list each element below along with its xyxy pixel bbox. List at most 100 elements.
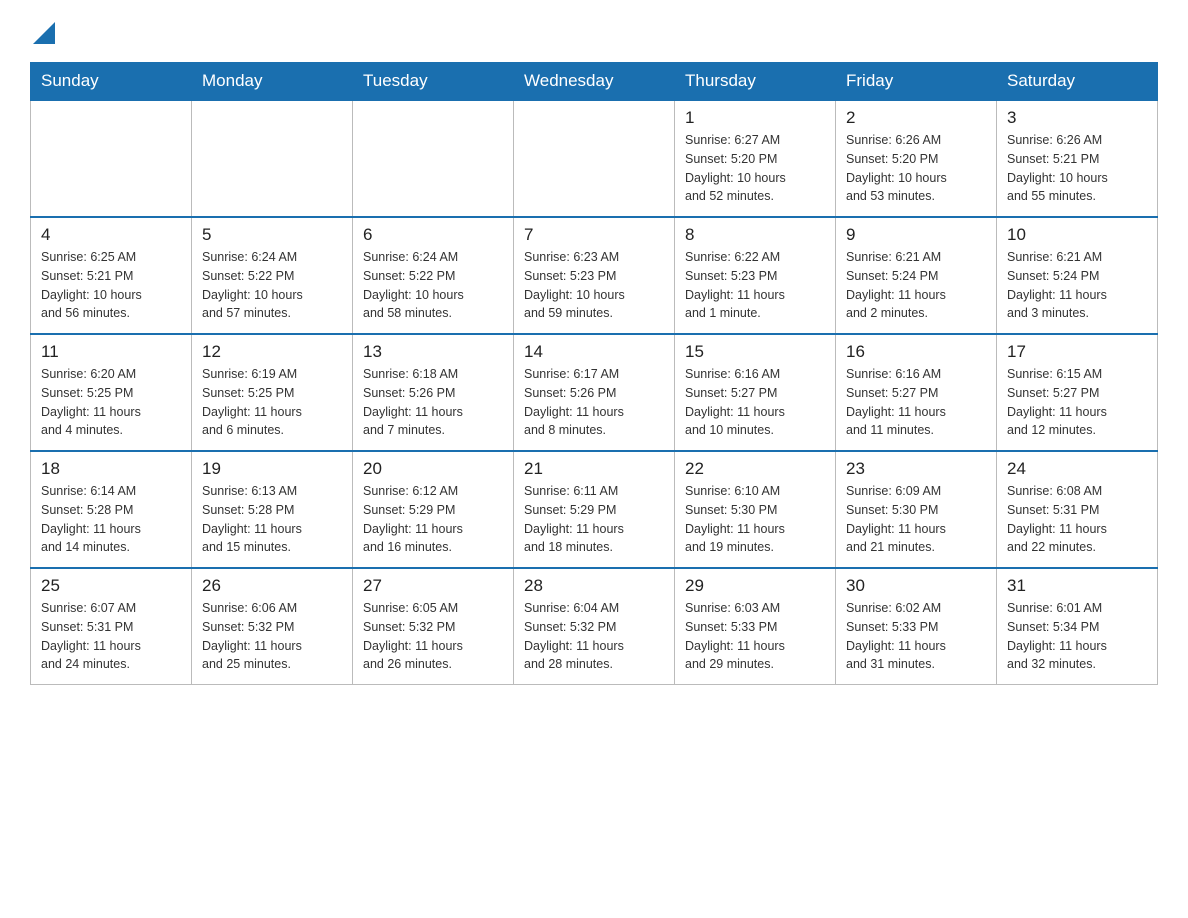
calendar-day-cell: 8 Sunrise: 6:22 AM Sunset: 5:23 PM Daylig…	[675, 217, 836, 334]
day-info: Sunrise: 6:26 AM Sunset: 5:20 PM Dayligh…	[846, 131, 986, 206]
day-number: 12	[202, 342, 342, 362]
calendar-day-cell: 11 Sunrise: 6:20 AM Sunset: 5:25 PM Dayli…	[31, 334, 192, 451]
calendar-table: SundayMondayTuesdayWednesdayThursdayFrid…	[30, 62, 1158, 685]
day-number: 9	[846, 225, 986, 245]
day-number: 1	[685, 108, 825, 128]
calendar-day-cell: 26Sunrise: 6:06 AM Sunset: 5:32 PM Dayli…	[192, 568, 353, 685]
calendar-day-cell: 14 Sunrise: 6:17 AM Sunset: 5:26 PM Dayli…	[514, 334, 675, 451]
calendar-day-cell: 18 Sunrise: 6:14 AM Sunset: 5:28 PM Dayli…	[31, 451, 192, 568]
day-info: Sunrise: 6:23 AM Sunset: 5:23 PM Dayligh…	[524, 248, 664, 323]
day-number: 21	[524, 459, 664, 479]
calendar-day-cell: 6 Sunrise: 6:24 AM Sunset: 5:22 PM Daylig…	[353, 217, 514, 334]
day-info: Sunrise: 6:04 AM Sunset: 5:32 PM Dayligh…	[524, 599, 664, 674]
day-number: 6	[363, 225, 503, 245]
calendar-day-cell: 7 Sunrise: 6:23 AM Sunset: 5:23 PM Daylig…	[514, 217, 675, 334]
day-number: 2	[846, 108, 986, 128]
day-number: 29	[685, 576, 825, 596]
calendar-day-cell: 30 Sunrise: 6:02 AM Sunset: 5:33 PM Dayli…	[836, 568, 997, 685]
day-number: 31	[1007, 576, 1147, 596]
calendar-week-row: 25 Sunrise: 6:07 AM Sunset: 5:31 PM Dayli…	[31, 568, 1158, 685]
calendar-day-cell: 4Sunrise: 6:25 AM Sunset: 5:21 PM Daylig…	[31, 217, 192, 334]
calendar-day-cell: 1Sunrise: 6:27 AM Sunset: 5:20 PM Daylig…	[675, 100, 836, 217]
day-info: Sunrise: 6:07 AM Sunset: 5:31 PM Dayligh…	[41, 599, 181, 674]
logo-triangle-icon	[33, 22, 55, 44]
day-info: Sunrise: 6:12 AM Sunset: 5:29 PM Dayligh…	[363, 482, 503, 557]
calendar-day-cell: 23 Sunrise: 6:09 AM Sunset: 5:30 PM Dayli…	[836, 451, 997, 568]
day-number: 5	[202, 225, 342, 245]
col-header-thursday: Thursday	[675, 63, 836, 101]
day-info: Sunrise: 6:22 AM Sunset: 5:23 PM Dayligh…	[685, 248, 825, 323]
calendar-day-cell: 29 Sunrise: 6:03 AM Sunset: 5:33 PM Dayli…	[675, 568, 836, 685]
col-header-saturday: Saturday	[997, 63, 1158, 101]
day-info: Sunrise: 6:15 AM Sunset: 5:27 PM Dayligh…	[1007, 365, 1147, 440]
day-number: 3	[1007, 108, 1147, 128]
day-info: Sunrise: 6:16 AM Sunset: 5:27 PM Dayligh…	[685, 365, 825, 440]
calendar-day-cell	[353, 100, 514, 217]
day-number: 15	[685, 342, 825, 362]
calendar-day-cell: 16 Sunrise: 6:16 AM Sunset: 5:27 PM Dayli…	[836, 334, 997, 451]
day-info: Sunrise: 6:03 AM Sunset: 5:33 PM Dayligh…	[685, 599, 825, 674]
calendar-day-cell: 31 Sunrise: 6:01 AM Sunset: 5:34 PM Dayli…	[997, 568, 1158, 685]
day-info: Sunrise: 6:11 AM Sunset: 5:29 PM Dayligh…	[524, 482, 664, 557]
day-info: Sunrise: 6:19 AM Sunset: 5:25 PM Dayligh…	[202, 365, 342, 440]
calendar-day-cell: 12 Sunrise: 6:19 AM Sunset: 5:25 PM Dayli…	[192, 334, 353, 451]
day-number: 10	[1007, 225, 1147, 245]
calendar-day-cell: 3Sunrise: 6:26 AM Sunset: 5:21 PM Daylig…	[997, 100, 1158, 217]
calendar-day-cell	[31, 100, 192, 217]
day-number: 26	[202, 576, 342, 596]
calendar-day-cell	[192, 100, 353, 217]
day-info: Sunrise: 6:16 AM Sunset: 5:27 PM Dayligh…	[846, 365, 986, 440]
day-info: Sunrise: 6:21 AM Sunset: 5:24 PM Dayligh…	[1007, 248, 1147, 323]
day-number: 11	[41, 342, 181, 362]
day-number: 27	[363, 576, 503, 596]
day-number: 7	[524, 225, 664, 245]
calendar-day-cell: 25 Sunrise: 6:07 AM Sunset: 5:31 PM Dayli…	[31, 568, 192, 685]
calendar-header-row: SundayMondayTuesdayWednesdayThursdayFrid…	[31, 63, 1158, 101]
col-header-wednesday: Wednesday	[514, 63, 675, 101]
calendar-week-row: 4Sunrise: 6:25 AM Sunset: 5:21 PM Daylig…	[31, 217, 1158, 334]
calendar-week-row: 11 Sunrise: 6:20 AM Sunset: 5:25 PM Dayli…	[31, 334, 1158, 451]
calendar-day-cell: 28 Sunrise: 6:04 AM Sunset: 5:32 PM Dayli…	[514, 568, 675, 685]
page-header	[30, 20, 1158, 44]
day-info: Sunrise: 6:10 AM Sunset: 5:30 PM Dayligh…	[685, 482, 825, 557]
calendar-day-cell: 15 Sunrise: 6:16 AM Sunset: 5:27 PM Dayli…	[675, 334, 836, 451]
calendar-day-cell: 27Sunrise: 6:05 AM Sunset: 5:32 PM Dayli…	[353, 568, 514, 685]
calendar-week-row: 1Sunrise: 6:27 AM Sunset: 5:20 PM Daylig…	[31, 100, 1158, 217]
day-info: Sunrise: 6:24 AM Sunset: 5:22 PM Dayligh…	[363, 248, 503, 323]
day-number: 4	[41, 225, 181, 245]
day-info: Sunrise: 6:09 AM Sunset: 5:30 PM Dayligh…	[846, 482, 986, 557]
day-number: 30	[846, 576, 986, 596]
logo	[30, 20, 55, 44]
day-info: Sunrise: 6:02 AM Sunset: 5:33 PM Dayligh…	[846, 599, 986, 674]
day-number: 18	[41, 459, 181, 479]
day-info: Sunrise: 6:01 AM Sunset: 5:34 PM Dayligh…	[1007, 599, 1147, 674]
calendar-day-cell: 22 Sunrise: 6:10 AM Sunset: 5:30 PM Dayli…	[675, 451, 836, 568]
day-number: 22	[685, 459, 825, 479]
calendar-week-row: 18 Sunrise: 6:14 AM Sunset: 5:28 PM Dayli…	[31, 451, 1158, 568]
day-info: Sunrise: 6:24 AM Sunset: 5:22 PM Dayligh…	[202, 248, 342, 323]
day-number: 14	[524, 342, 664, 362]
day-info: Sunrise: 6:21 AM Sunset: 5:24 PM Dayligh…	[846, 248, 986, 323]
calendar-day-cell	[514, 100, 675, 217]
calendar-day-cell: 10 Sunrise: 6:21 AM Sunset: 5:24 PM Dayli…	[997, 217, 1158, 334]
day-info: Sunrise: 6:13 AM Sunset: 5:28 PM Dayligh…	[202, 482, 342, 557]
calendar-day-cell: 21 Sunrise: 6:11 AM Sunset: 5:29 PM Dayli…	[514, 451, 675, 568]
calendar-day-cell: 9 Sunrise: 6:21 AM Sunset: 5:24 PM Daylig…	[836, 217, 997, 334]
day-number: 25	[41, 576, 181, 596]
day-number: 23	[846, 459, 986, 479]
day-info: Sunrise: 6:14 AM Sunset: 5:28 PM Dayligh…	[41, 482, 181, 557]
calendar-day-cell: 20 Sunrise: 6:12 AM Sunset: 5:29 PM Dayli…	[353, 451, 514, 568]
day-info: Sunrise: 6:17 AM Sunset: 5:26 PM Dayligh…	[524, 365, 664, 440]
day-number: 19	[202, 459, 342, 479]
day-info: Sunrise: 6:08 AM Sunset: 5:31 PM Dayligh…	[1007, 482, 1147, 557]
calendar-day-cell: 24Sunrise: 6:08 AM Sunset: 5:31 PM Dayli…	[997, 451, 1158, 568]
day-number: 8	[685, 225, 825, 245]
calendar-day-cell: 13Sunrise: 6:18 AM Sunset: 5:26 PM Dayli…	[353, 334, 514, 451]
calendar-day-cell: 5 Sunrise: 6:24 AM Sunset: 5:22 PM Daylig…	[192, 217, 353, 334]
day-number: 16	[846, 342, 986, 362]
day-number: 28	[524, 576, 664, 596]
calendar-day-cell: 17Sunrise: 6:15 AM Sunset: 5:27 PM Dayli…	[997, 334, 1158, 451]
calendar-day-cell: 19 Sunrise: 6:13 AM Sunset: 5:28 PM Dayli…	[192, 451, 353, 568]
day-number: 20	[363, 459, 503, 479]
day-info: Sunrise: 6:20 AM Sunset: 5:25 PM Dayligh…	[41, 365, 181, 440]
